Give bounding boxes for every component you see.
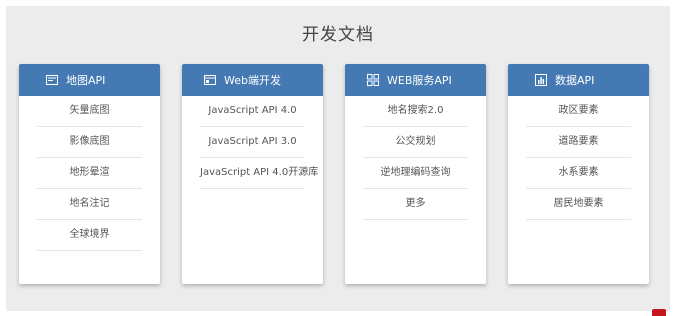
card-header[interactable]: WEB服务API xyxy=(345,64,486,96)
card-title: 数据API xyxy=(555,74,595,87)
card-title: Web端开发 xyxy=(224,74,281,87)
grid-icon xyxy=(367,74,379,86)
link-item[interactable]: 水系要素 xyxy=(526,158,631,189)
card-title: WEB服务API xyxy=(387,74,452,87)
link-item[interactable]: 道路要素 xyxy=(526,127,631,158)
page-title: 开发文档 xyxy=(302,25,374,45)
card-web-dev: Web端开发 JavaScript API 4.0 JavaScript API… xyxy=(182,64,323,284)
card-header[interactable]: 地图API xyxy=(19,64,160,96)
card-map-api: 地图API 矢量底图 影像底图 地形晕渲 地名注记 全球境界 xyxy=(19,64,160,284)
link-item[interactable]: 居民地要素 xyxy=(526,189,631,220)
link-item[interactable]: JavaScript API 4.0开源库 xyxy=(200,158,318,189)
card-header[interactable]: Web端开发 xyxy=(182,64,323,96)
link-item[interactable]: JavaScript API 4.0 xyxy=(200,96,305,127)
link-item[interactable]: 影像底图 xyxy=(37,127,142,158)
link-item[interactable]: 逆地理编码查询 xyxy=(363,158,468,189)
link-item[interactable]: 矢量底图 xyxy=(37,96,142,127)
link-item[interactable]: 更多 xyxy=(363,189,468,220)
link-item[interactable]: 地形晕渲 xyxy=(37,158,142,189)
link-item[interactable]: 政区要素 xyxy=(526,96,631,127)
link-item[interactable]: JavaScript API 3.0 xyxy=(200,127,305,158)
card-header[interactable]: 数据API xyxy=(508,64,649,96)
corner-badge[interactable] xyxy=(652,309,666,316)
card-title: 地图API xyxy=(66,74,106,87)
card-web-service-api: WEB服务API 地名搜索2.0 公交规划 逆地理编码查询 更多 xyxy=(345,64,486,284)
link-item[interactable]: 地名注记 xyxy=(37,189,142,220)
link-item[interactable]: 全球境界 xyxy=(37,220,142,251)
link-item[interactable]: 公交规划 xyxy=(363,127,468,158)
link-item[interactable]: 地名搜索2.0 xyxy=(363,96,468,127)
docs-panel: 开发文档 地图API 矢量底图 影像底图 地形晕渲 地名注记 全球境界 Web端… xyxy=(6,6,670,311)
browser-window-icon xyxy=(204,74,216,86)
bar-chart-icon xyxy=(535,74,547,86)
card-data-api: 数据API 政区要素 道路要素 水系要素 居民地要素 xyxy=(508,64,649,284)
map-icon xyxy=(46,74,58,86)
